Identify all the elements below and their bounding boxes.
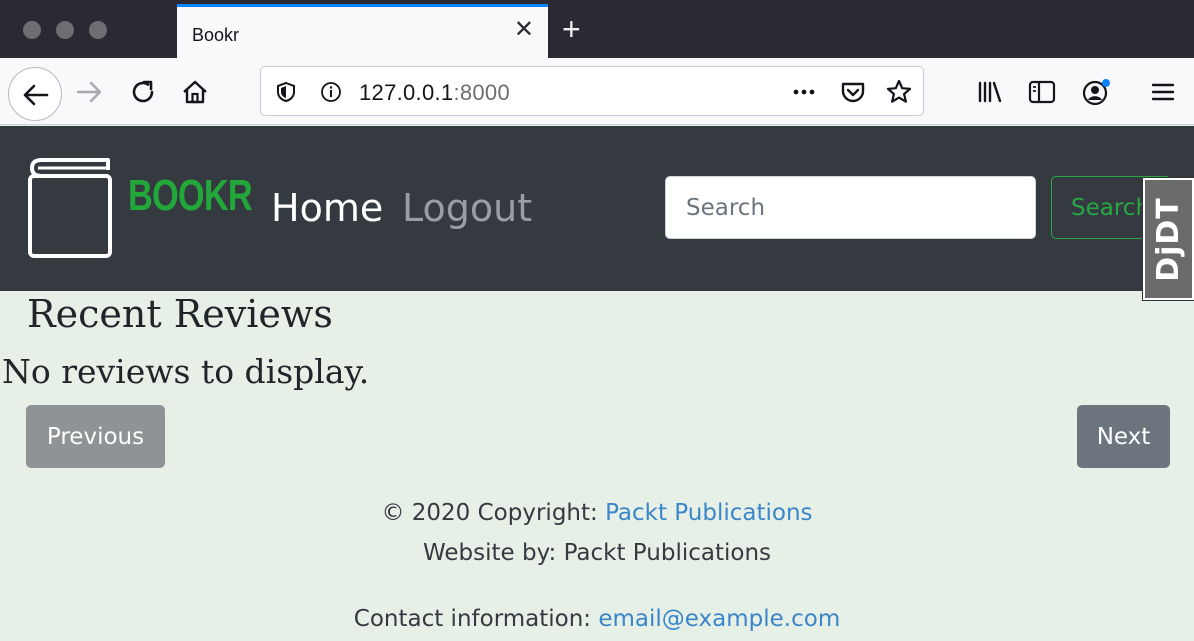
- debug-toolbar-label: DjDT: [1151, 196, 1186, 282]
- back-button[interactable]: [8, 67, 62, 121]
- contact-email-link[interactable]: email@example.com: [598, 606, 840, 632]
- more-actions-icon[interactable]: [789, 77, 819, 107]
- window-zoom-dot[interactable]: [89, 21, 107, 39]
- arrow-left-icon: [23, 84, 49, 106]
- reload-icon: [132, 80, 154, 103]
- url-host: 127.0.0.1: [359, 80, 454, 105]
- window-minimize-dot[interactable]: [56, 21, 74, 39]
- hamburger-menu-icon: [1151, 83, 1175, 101]
- account-icon: [1082, 79, 1110, 106]
- footer-website-by: Website by: Packt Publications: [422, 540, 772, 566]
- search-input[interactable]: [665, 176, 1036, 239]
- django-debug-toolbar-handle[interactable]: DjDT: [1142, 177, 1194, 301]
- site-header: BOOKR Home Logout Search: [0, 126, 1194, 291]
- url-port: :8000: [453, 80, 511, 105]
- home-button[interactable]: [175, 72, 215, 112]
- sidebar-button[interactable]: [1022, 72, 1062, 112]
- pocket-icon[interactable]: [838, 77, 868, 107]
- star-icon[interactable]: [884, 77, 914, 107]
- nav-logout-link[interactable]: Logout: [402, 186, 532, 230]
- footer-copyright: © 2020 Copyright: Packt Publications: [0, 500, 1194, 526]
- tab-title: Bookr: [192, 25, 240, 45]
- account-button[interactable]: [1076, 72, 1116, 112]
- library-icon: [978, 81, 1002, 103]
- url-text: 127.0.0.1:8000: [359, 80, 510, 106]
- arrow-right-icon: [76, 81, 102, 103]
- next-page-button[interactable]: Next: [1077, 405, 1170, 468]
- empty-reviews-message: No reviews to display.: [2, 352, 370, 391]
- menu-button[interactable]: [1143, 72, 1183, 112]
- browser-toolbar: 127.0.0.1:8000: [0, 58, 1194, 125]
- previous-page-button[interactable]: Previous: [26, 405, 165, 468]
- copyright-link[interactable]: Packt Publications: [605, 500, 812, 526]
- close-icon[interactable]: ✕: [514, 18, 534, 42]
- brand-title[interactable]: BOOKR: [128, 171, 253, 221]
- address-bar[interactable]: 127.0.0.1:8000: [260, 66, 924, 116]
- info-icon[interactable]: [316, 77, 346, 107]
- new-tab-button[interactable]: +: [562, 13, 581, 45]
- footer-contact: Contact information: email@example.com: [0, 606, 1194, 632]
- page-title: Recent Reviews: [27, 292, 333, 336]
- reload-button[interactable]: [123, 72, 163, 112]
- forward-button[interactable]: [69, 72, 109, 112]
- nav-home-link[interactable]: Home: [271, 186, 383, 230]
- browser-tab-active[interactable]: Bookr ✕: [177, 4, 548, 58]
- window-close-dot[interactable]: [23, 21, 41, 39]
- book-logo-icon[interactable]: [24, 156, 116, 260]
- sidebar-icon: [1028, 80, 1056, 104]
- home-icon: [183, 80, 207, 104]
- copyright-text: © 2020 Copyright:: [381, 500, 606, 526]
- library-button[interactable]: [970, 72, 1010, 112]
- browser-tab-strip: Bookr ✕ +: [0, 0, 1194, 58]
- shield-icon[interactable]: [271, 77, 301, 107]
- contact-label: Contact information:: [353, 606, 599, 632]
